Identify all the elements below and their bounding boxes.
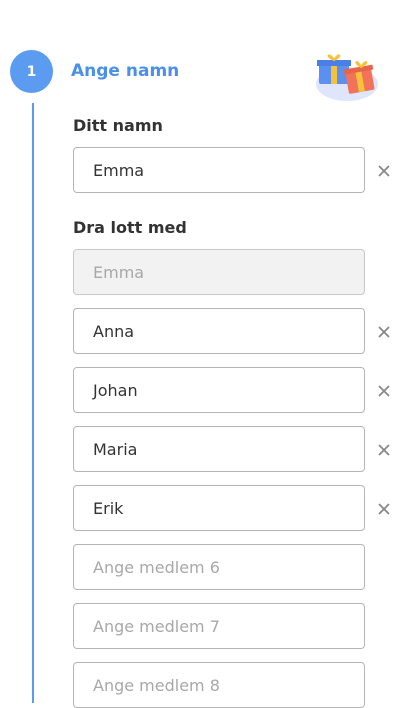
member-input-4[interactable]: Maria [73,426,365,472]
gift-boxes-icon [316,54,378,101]
member-placeholder: Ange medlem 8 [93,675,220,695]
member-value: Johan [93,380,138,400]
close-icon[interactable] [376,383,392,399]
member-value: Maria [93,439,138,459]
member-input-5[interactable]: Erik [73,485,365,531]
close-icon[interactable] [376,324,392,340]
member-placeholder: Ange medlem 7 [93,616,220,636]
member-value: Erik [93,498,124,518]
close-icon[interactable] [376,442,392,458]
self-member-field: Emma [73,249,365,295]
step-connector-line [32,103,34,703]
member-placeholder: Ange medlem 6 [93,557,220,577]
your-name-input[interactable]: Emma [73,147,365,193]
member-input-6[interactable]: Ange medlem 6 [73,544,365,590]
close-icon[interactable] [376,163,392,179]
self-member-value: Emma [93,262,145,282]
draw-with-label: Dra lott med [73,218,187,237]
member-input-8[interactable]: Ange medlem 8 [73,662,365,708]
your-name-value: Emma [93,160,145,180]
step-number: 1 [26,63,37,80]
member-input-2[interactable]: Anna [73,308,365,354]
member-value: Anna [93,321,135,341]
member-input-7[interactable]: Ange medlem 7 [73,603,365,649]
member-input-3[interactable]: Johan [73,367,365,413]
close-icon[interactable] [376,501,392,517]
your-name-label: Ditt namn [73,116,163,135]
step-title: Ange namn [71,61,180,81]
step-number-badge: 1 [10,50,53,93]
